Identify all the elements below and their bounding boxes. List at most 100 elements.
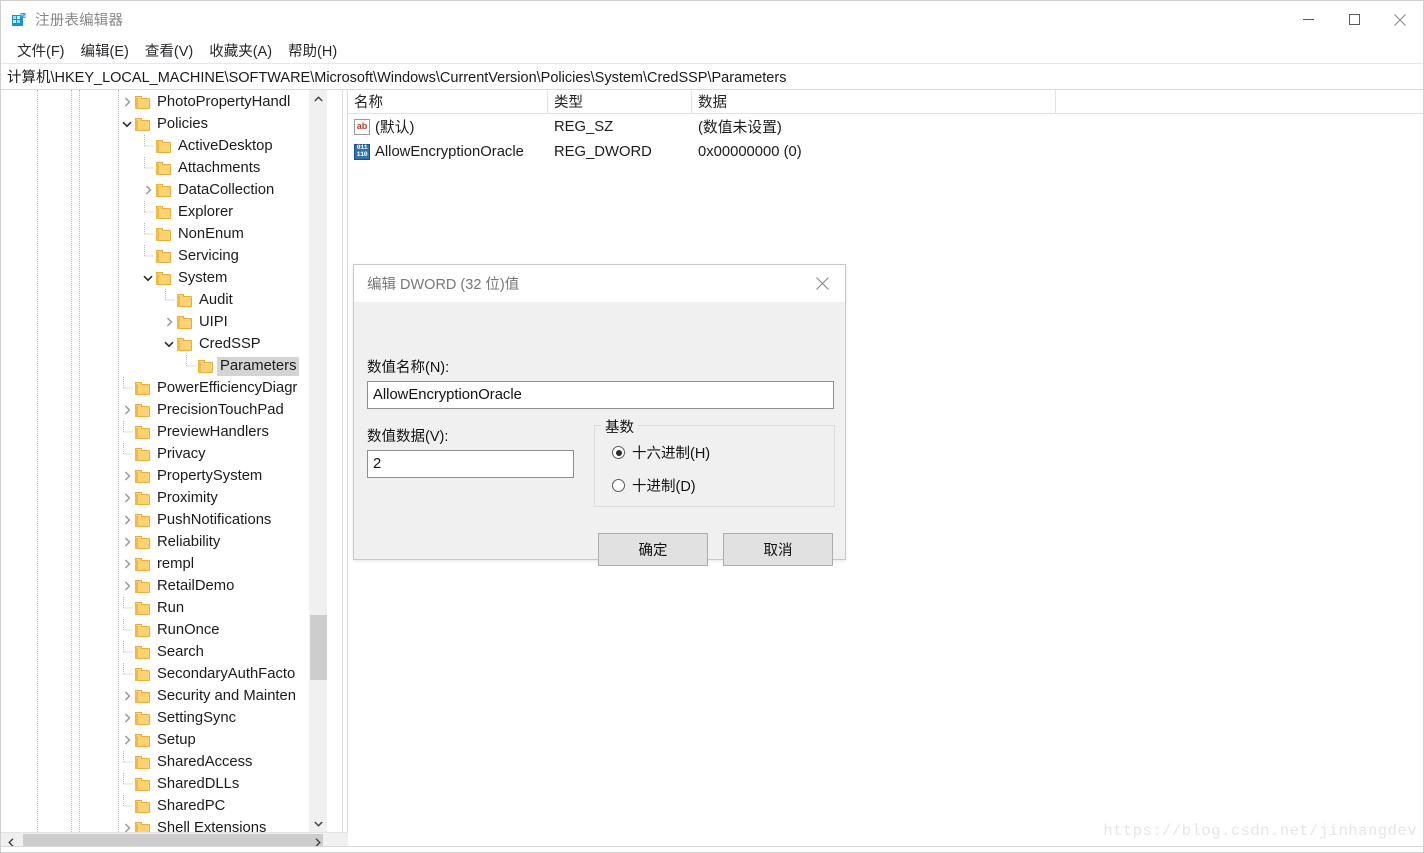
- tree-item-credssp[interactable]: CredSSP: [1, 333, 327, 355]
- maximize-button[interactable]: [1331, 1, 1377, 38]
- tree-item-system[interactable]: System: [1, 267, 327, 289]
- folder-icon: [156, 205, 171, 219]
- tree-list: PhotoPropertyHandl Policies ActiveDesktop A…: [1, 90, 327, 832]
- tree-item-pushnotifications[interactable]: PushNotifications: [1, 509, 327, 531]
- tree-item-policies[interactable]: Policies: [1, 113, 327, 135]
- tree-item-parameters[interactable]: Parameters: [1, 355, 327, 377]
- tree-item-label: PropertySystem: [157, 467, 263, 484]
- chevron-right-icon[interactable]: [119, 732, 135, 748]
- tree-item-shareddlls[interactable]: SharedDLLs: [1, 773, 327, 795]
- tree-item-uipi[interactable]: UIPI: [1, 311, 327, 333]
- tree-item-servicing[interactable]: Servicing: [1, 245, 327, 267]
- tree-item-setup[interactable]: Setup: [1, 729, 327, 751]
- tree-item-search[interactable]: Search: [1, 641, 327, 663]
- tree-item-secondaryauthfacto[interactable]: SecondaryAuthFacto: [1, 663, 327, 685]
- cancel-button[interactable]: 取消: [723, 533, 833, 566]
- ok-button[interactable]: 确定: [598, 533, 708, 566]
- tree-item-rempl[interactable]: rempl: [1, 553, 327, 575]
- chevron-down-icon[interactable]: [140, 270, 156, 286]
- tree-item-security-and-mainten[interactable]: Security and Mainten: [1, 685, 327, 707]
- values-row[interactable]: 011 110 AllowEncryptionOracle REG_DWORD 0x00…: [348, 139, 1423, 164]
- tree-item-settingsync[interactable]: SettingSync: [1, 707, 327, 729]
- tree-item-reliability[interactable]: Reliability: [1, 531, 327, 553]
- folder-icon: [156, 139, 171, 153]
- address-bar[interactable]: 计算机\HKEY_LOCAL_MACHINE\SOFTWARE\Microsof…: [1, 63, 1423, 90]
- tree-item-privacy[interactable]: Privacy: [1, 443, 327, 465]
- value-name-text: AllowEncryptionOracle: [375, 143, 524, 160]
- column-type-label: 类型: [554, 95, 583, 111]
- tree-item-label: RetailDemo: [157, 577, 235, 594]
- tree-item-sharedaccess[interactable]: SharedAccess: [1, 751, 327, 773]
- tree-item-nonenum[interactable]: NonEnum: [1, 223, 327, 245]
- chevron-right-icon[interactable]: [119, 710, 135, 726]
- tree-item-photopropertyhandl[interactable]: PhotoPropertyHandl: [1, 91, 327, 113]
- folder-icon: [135, 667, 150, 681]
- chevron-right-icon[interactable]: [119, 688, 135, 704]
- chevron-right-icon[interactable]: [161, 314, 177, 330]
- tree-item-sharedpc[interactable]: SharedPC: [1, 795, 327, 817]
- tree-item-activedesktop[interactable]: ActiveDesktop: [1, 135, 327, 157]
- tree-item-proximity[interactable]: Proximity: [1, 487, 327, 509]
- menu-favorites[interactable]: 收藏夹(A): [201, 38, 280, 64]
- value-name-text: (默认): [375, 120, 415, 136]
- radio-decimal[interactable]: 十进制(D): [612, 475, 696, 496]
- folder-icon: [156, 227, 171, 241]
- tree-item-label: PushNotifications: [157, 511, 272, 528]
- tree-item-shell-extensions[interactable]: Shell Extensions: [1, 817, 327, 832]
- tree-item-datacollection[interactable]: DataCollection: [1, 179, 327, 201]
- chevron-right-icon[interactable]: [119, 534, 135, 550]
- chevron-down-icon[interactable]: [161, 336, 177, 352]
- values-row[interactable]: ab (默认) REG_SZ (数值未设置): [348, 114, 1423, 139]
- tree-item-precisiontouchpad[interactable]: PrecisionTouchPad: [1, 399, 327, 421]
- value-data-input[interactable]: [367, 450, 574, 478]
- tree-item-retaildemo[interactable]: RetailDemo: [1, 575, 327, 597]
- value-name-input[interactable]: [367, 381, 834, 409]
- column-type[interactable]: 类型: [548, 90, 692, 113]
- menu-view[interactable]: 查看(V): [137, 38, 201, 64]
- value-data-label: 数值数据(V):: [367, 429, 449, 445]
- tree-item-label: SecondaryAuthFacto: [157, 665, 296, 682]
- folder-icon: [156, 271, 171, 285]
- minimize-button[interactable]: [1285, 1, 1331, 38]
- tree-item-explorer[interactable]: Explorer: [1, 201, 327, 223]
- chevron-right-icon[interactable]: [119, 402, 135, 418]
- radio-hexadecimal[interactable]: 十六进制(H): [612, 442, 710, 463]
- tree-item-audit[interactable]: Audit: [1, 289, 327, 311]
- tree-item-powerefficiencydiagr[interactable]: PowerEfficiencyDiagr: [1, 377, 327, 399]
- close-button[interactable]: [1377, 1, 1423, 38]
- tree-item-propertysystem[interactable]: PropertySystem: [1, 465, 327, 487]
- tree-item-label: Privacy: [157, 445, 206, 462]
- tree-item-label: Parameters: [217, 356, 300, 376]
- scroll-up-button[interactable]: [310, 90, 327, 107]
- chevron-right-icon[interactable]: [119, 556, 135, 572]
- chevron-right-icon[interactable]: [119, 468, 135, 484]
- tree-item-runonce[interactable]: RunOnce: [1, 619, 327, 641]
- chevron-right-icon[interactable]: [119, 820, 135, 832]
- chevron-right-icon[interactable]: [140, 182, 156, 198]
- maximize-icon: [1348, 14, 1360, 25]
- column-name[interactable]: 名称: [348, 90, 548, 113]
- chevron-down-icon[interactable]: [119, 116, 135, 132]
- menu-help[interactable]: 帮助(H): [280, 38, 345, 64]
- tree-elbow-connector: [119, 377, 135, 399]
- tree-elbow-connector: [119, 773, 135, 795]
- folder-icon: [135, 425, 150, 439]
- registry-editor-window: 注册表编辑器 文件(F) 编辑(E) 查看(V) 收藏夹(A) 帮助(H) 计算…: [0, 0, 1424, 853]
- chevron-right-icon[interactable]: [119, 490, 135, 506]
- tree-item-label: Run: [157, 599, 185, 616]
- tree-item-attachments[interactable]: Attachments: [1, 157, 327, 179]
- tree-item-run[interactable]: Run: [1, 597, 327, 619]
- tree-item-previewhandlers[interactable]: PreviewHandlers: [1, 421, 327, 443]
- chevron-right-icon[interactable]: [119, 512, 135, 528]
- chevron-right-icon[interactable]: [119, 578, 135, 594]
- menu-edit[interactable]: 编辑(E): [73, 38, 137, 64]
- scroll-thumb[interactable]: [310, 615, 327, 680]
- scroll-down-button[interactable]: [310, 815, 327, 832]
- window-bottom-edge: [1, 846, 1423, 852]
- chevron-right-icon[interactable]: [119, 94, 135, 110]
- column-data[interactable]: 数据: [692, 90, 1056, 113]
- value-type-cell: REG_DWORD: [554, 143, 652, 160]
- tree-vertical-scrollbar[interactable]: [309, 90, 327, 832]
- dialog-close-button[interactable]: [800, 265, 845, 301]
- menu-file[interactable]: 文件(F): [9, 38, 73, 64]
